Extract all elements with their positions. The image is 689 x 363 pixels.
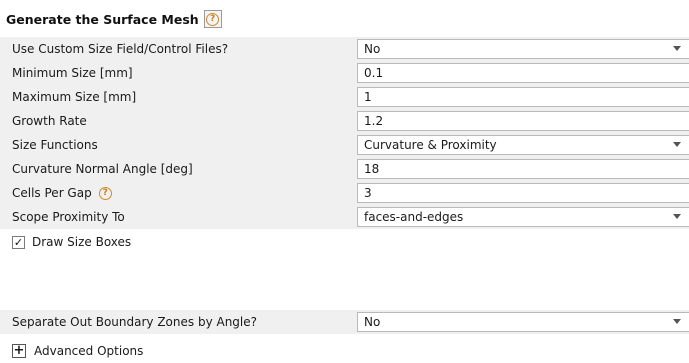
maximum-size-input[interactable]: 1 <box>357 87 689 107</box>
field-label: Maximum Size [mm] <box>12 90 137 104</box>
field-label: Use Custom Size Field/Control Files? <box>12 42 229 56</box>
growth-rate-input[interactable]: 1.2 <box>357 111 689 131</box>
minimum-size-input[interactable]: 0.1 <box>357 63 689 83</box>
row-curvature-normal-angle: Curvature Normal Angle [deg] 18 <box>0 157 689 181</box>
panel-title-bar: Generate the Surface Mesh ? <box>6 8 222 30</box>
chevron-down-icon <box>673 319 681 324</box>
help-icon: ? <box>206 12 220 26</box>
curvature-normal-angle-input[interactable]: 18 <box>357 159 689 179</box>
field-label: Scope Proximity To <box>12 210 125 224</box>
field-label: Size Functions <box>12 138 98 152</box>
draw-size-boxes-checkbox[interactable]: ✓ <box>12 235 25 249</box>
dropdown-value: Curvature & Proximity <box>364 138 497 152</box>
input-value: 0.1 <box>364 66 384 80</box>
use-custom-size-field-dropdown[interactable]: No <box>357 39 689 59</box>
input-value: 18 <box>364 162 380 176</box>
field-label-with-help: Cells Per Gap ? <box>12 181 112 205</box>
field-label: Growth Rate <box>12 114 87 128</box>
dropdown-value: No <box>364 315 381 329</box>
field-label: Cells Per Gap <box>12 186 92 200</box>
plus-icon: + <box>12 343 26 358</box>
field-label: Curvature Normal Angle [deg] <box>12 162 193 176</box>
separate-zones-dropdown[interactable]: No <box>357 312 689 332</box>
panel-title: Generate the Surface Mesh <box>6 11 199 27</box>
help-icon[interactable]: ? <box>98 186 112 200</box>
cells-per-gap-input[interactable]: 3 <box>357 183 689 203</box>
chevron-down-icon <box>673 214 681 219</box>
dropdown-value: faces-and-edges <box>364 210 464 224</box>
input-value: 1 <box>364 90 372 104</box>
row-cells-per-gap: Cells Per Gap ? 3 <box>0 181 689 205</box>
scope-proximity-to-dropdown[interactable]: faces-and-edges <box>357 207 689 227</box>
draw-size-boxes-label: Draw Size Boxes <box>32 235 132 249</box>
input-value: 3 <box>364 186 372 200</box>
surface-mesh-panel: Generate the Surface Mesh ? Use Custom S… <box>0 0 689 363</box>
chevron-down-icon <box>673 46 681 51</box>
row-minimum-size: Minimum Size [mm] 0.1 <box>0 61 689 85</box>
input-value: 1.2 <box>364 114 384 128</box>
dropdown-value: No <box>364 42 381 56</box>
advanced-options-toggle[interactable]: + Advanced Options <box>12 340 143 362</box>
draw-size-boxes-option: ✓ Draw Size Boxes <box>12 231 131 253</box>
title-help-button[interactable]: ? <box>203 10 222 28</box>
row-maximum-size: Maximum Size [mm] 1 <box>0 85 689 109</box>
chevron-down-icon <box>673 142 681 147</box>
size-functions-dropdown[interactable]: Curvature & Proximity <box>357 135 689 155</box>
advanced-options-label: Advanced Options <box>34 344 144 358</box>
field-label: Minimum Size [mm] <box>12 66 133 80</box>
row-scope-proximity-to: Scope Proximity To faces-and-edges <box>0 205 689 229</box>
row-separate-boundary-zones: Separate Out Boundary Zones by Angle? No <box>0 310 689 334</box>
row-growth-rate: Growth Rate 1.2 <box>0 109 689 133</box>
row-use-custom-size-field: Use Custom Size Field/Control Files? No <box>0 37 689 61</box>
field-label: Separate Out Boundary Zones by Angle? <box>12 315 258 329</box>
row-size-functions: Size Functions Curvature & Proximity <box>0 133 689 157</box>
